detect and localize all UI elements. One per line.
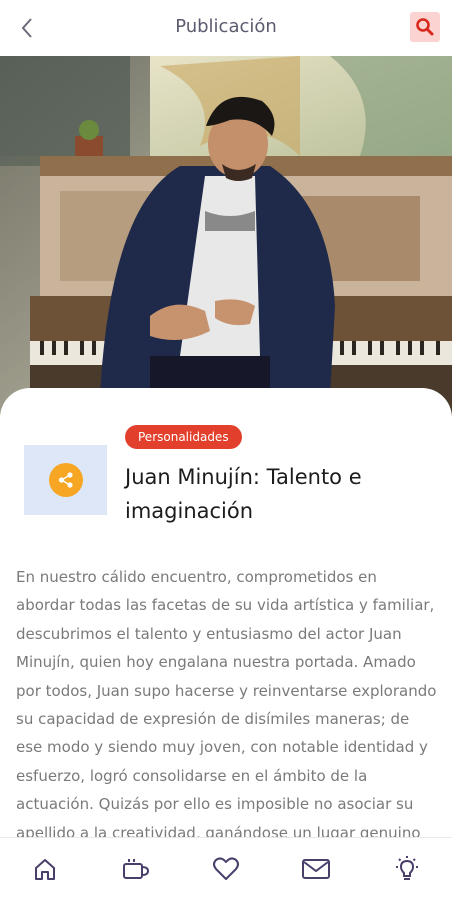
- search-button[interactable]: [410, 12, 440, 42]
- hero-photo: [0, 56, 452, 416]
- category-badge[interactable]: Personalidades: [125, 425, 242, 449]
- nav-favorites[interactable]: [206, 849, 246, 889]
- search-icon: [416, 18, 434, 36]
- home-icon: [35, 859, 56, 880]
- nav-ideas[interactable]: [387, 849, 427, 889]
- page-title: Publicación: [175, 16, 277, 37]
- share-button[interactable]: [48, 463, 83, 497]
- bottom-navigation: [0, 837, 452, 900]
- nav-messages[interactable]: [296, 849, 336, 889]
- nav-home[interactable]: [25, 849, 65, 889]
- mail-icon: [302, 859, 331, 879]
- share-icon: [58, 472, 73, 488]
- nav-coffee[interactable]: [116, 849, 156, 889]
- article-card: Personalidades Juan Minujín: Talento e i…: [0, 388, 452, 848]
- hero-image: [0, 56, 452, 416]
- top-bar: Publicación: [0, 0, 452, 56]
- coffee-cup-icon: [122, 859, 149, 879]
- article-body: En nuestro cálido encuentro, comprometid…: [16, 568, 437, 842]
- lightbulb-icon: [395, 856, 418, 880]
- article-thumbnail: [24, 445, 107, 515]
- article-title: Juan Minujín: Talento e imaginación: [125, 465, 362, 523]
- heart-icon: [212, 857, 239, 880]
